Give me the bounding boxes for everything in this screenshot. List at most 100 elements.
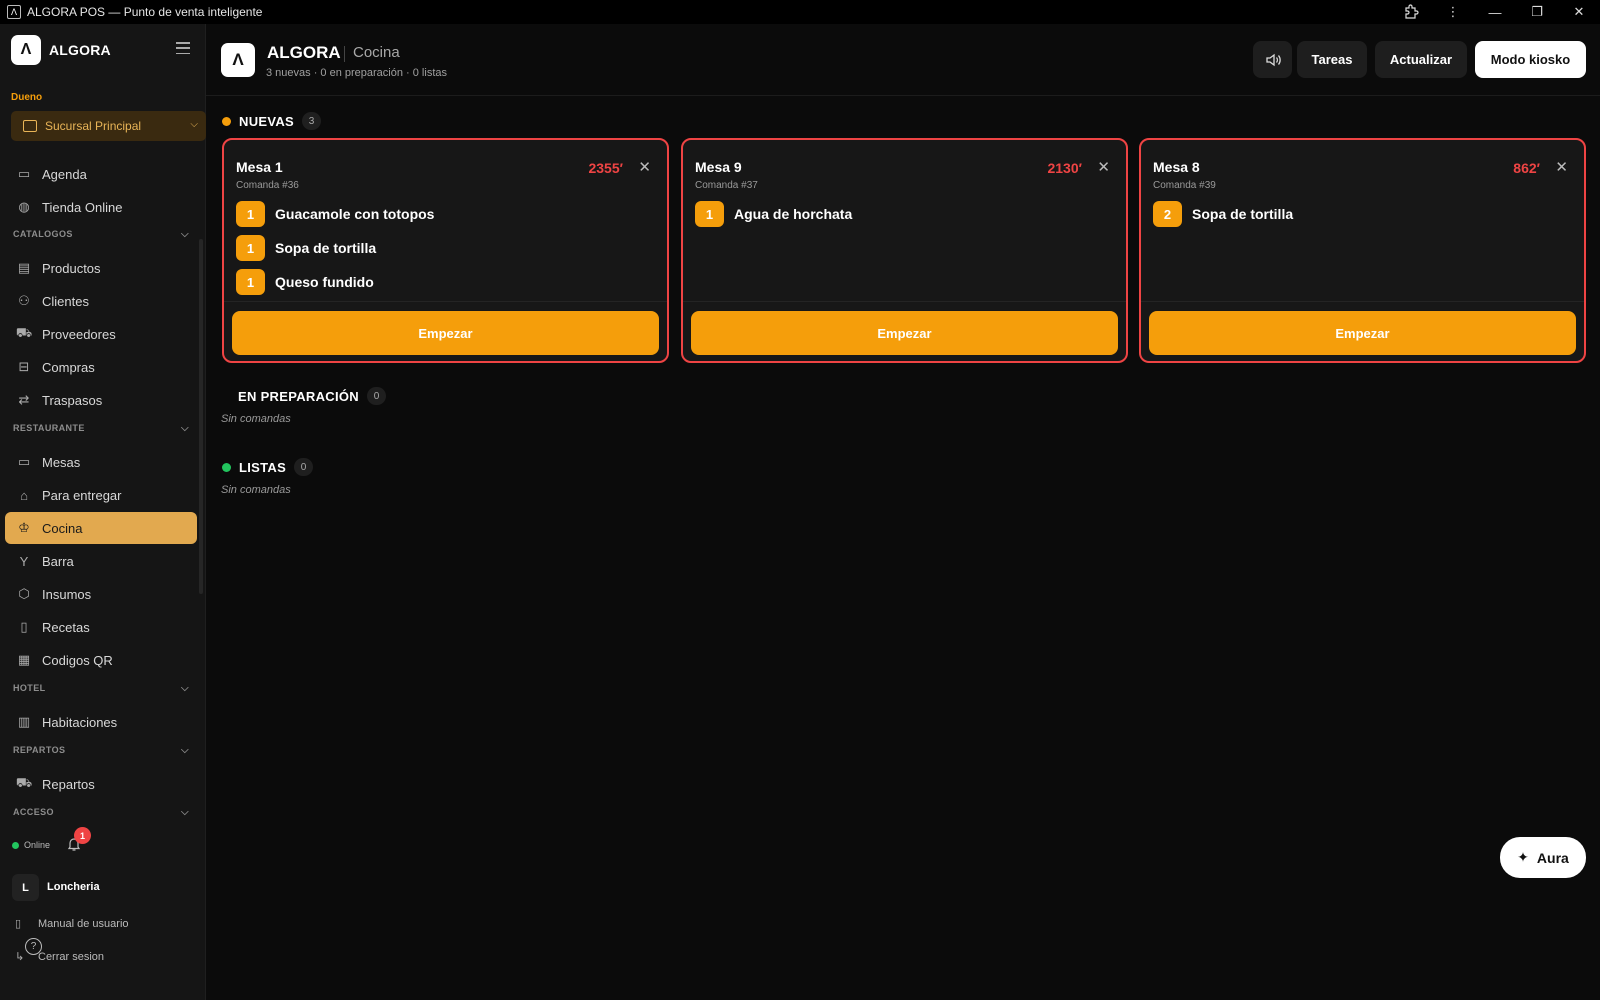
tareas-button[interactable]: Tareas <box>1297 41 1367 78</box>
truck-icon: ⛟ <box>15 775 33 790</box>
section-acceso[interactable]: ACCESO ⌵ <box>13 807 189 818</box>
order-table: Mesa 9 <box>695 159 742 175</box>
divider <box>683 301 1126 302</box>
chevron-down-icon: ⌵ <box>181 807 189 818</box>
sidebar-scrollbar[interactable] <box>199 239 203 594</box>
chevron-down-icon: ⌵ <box>181 683 189 694</box>
close-icon[interactable]: ✕ <box>638 158 651 176</box>
building-icon: ▥ <box>17 714 31 729</box>
order-table: Mesa 1 <box>236 159 283 175</box>
section-hotel[interactable]: HOTEL ⌵ <box>13 683 189 694</box>
online-dot-icon <box>12 841 19 849</box>
count-badge: 0 <box>366 387 386 405</box>
box-icon: ⬡ <box>18 586 30 601</box>
start-order-button[interactable]: Empezar <box>1149 311 1576 355</box>
truck-icon: ⛟ <box>15 325 33 340</box>
sidebar-item-proveedores[interactable]: ⛟ Proveedores <box>5 318 197 350</box>
order-card: Mesa 1 Comanda #36 2355′ ✕ 1 Guacamole c… <box>222 138 669 363</box>
calendar-icon: ▭ <box>17 166 31 181</box>
sidebar-item-barra[interactable]: Y Barra <box>5 545 197 577</box>
page-summary: 3 nuevas · 0 en preparación · 0 listas <box>266 67 447 79</box>
sidebar-item-recetas[interactable]: ▯ Recetas <box>5 611 197 643</box>
quantity-badge: 1 <box>236 235 265 261</box>
sidebar-item-traspasos[interactable]: ⇄ Traspasos <box>5 384 197 416</box>
sound-toggle-button[interactable] <box>1253 41 1292 78</box>
sidebar-item-clientes[interactable]: ⚇ Clientes <box>5 285 197 317</box>
sidebar-item-cocina[interactable]: ♔ Cocina <box>5 512 197 544</box>
branch-select-value: Sucursal Principal <box>45 119 142 133</box>
sidebar-item-mesas[interactable]: ▭ Mesas <box>5 446 197 478</box>
help-icon[interactable]: ? <box>25 938 42 955</box>
role-label: Dueno <box>11 92 43 103</box>
list-item: 1 Sopa de tortilla <box>236 235 434 261</box>
empty-state: Sin comandas <box>221 484 291 496</box>
list-item: 1 Guacamole con totopos <box>236 201 434 227</box>
algora-logo-icon: Λ <box>7 5 21 19</box>
empty-state: Sin comandas <box>221 413 291 425</box>
avatar[interactable]: L <box>12 874 39 901</box>
sidebar-item-agenda[interactable]: ▭ Agenda <box>5 158 197 190</box>
branch-select[interactable]: Sucursal Principal ⌵ <box>11 111 206 141</box>
sidebar-item-insumos[interactable]: ⬡ Insumos <box>5 578 197 610</box>
cloche-icon: ⌂ <box>20 487 28 503</box>
actualizar-button[interactable]: Actualizar <box>1375 41 1467 78</box>
order-elapsed-time: 2130′ <box>1047 160 1082 176</box>
item-name: Agua de horchata <box>734 206 853 222</box>
aura-assistant-button[interactable]: ✦ Aura <box>1500 837 1586 878</box>
algora-logo-icon: Λ <box>221 43 255 77</box>
order-elapsed-time: 862′ <box>1513 160 1540 176</box>
order-number: Comanda #36 <box>236 180 299 191</box>
chevron-down-icon: ⌵ <box>181 229 189 240</box>
sidebar-item-codigos-qr[interactable]: ▦ Codigos QR <box>5 644 197 676</box>
algora-logo-icon: Λ <box>11 35 41 65</box>
order-items: 1 Agua de horchata <box>695 201 852 235</box>
archive-icon: ▤ <box>17 260 31 275</box>
restore-button[interactable]: ❐ <box>1516 0 1558 24</box>
sidebar-brand[interactable]: Λ ALGORA <box>11 35 111 65</box>
sidebar-item-repartos[interactable]: ⛟ Repartos <box>5 768 197 800</box>
header-divider <box>344 46 345 62</box>
start-order-button[interactable]: Empezar <box>232 311 659 355</box>
count-badge: 3 <box>302 112 322 130</box>
sidebar-item-tienda-online[interactable]: ◍ Tienda Online <box>5 191 197 223</box>
book-icon: ▯ <box>15 918 22 930</box>
globe-icon: ◍ <box>18 199 30 214</box>
volume-icon <box>1265 53 1281 66</box>
item-name: Sopa de tortilla <box>275 240 377 256</box>
start-order-button[interactable]: Empezar <box>691 311 1118 355</box>
divider <box>1141 301 1584 302</box>
page-title: Cocina <box>353 44 400 61</box>
close-icon[interactable]: ✕ <box>1555 158 1568 176</box>
chef-hat-icon: ♔ <box>18 520 30 535</box>
sidebar-item-habitaciones[interactable]: ▥ Habitaciones <box>5 706 197 738</box>
section-restaurante[interactable]: RESTAURANTE ⌵ <box>13 423 189 434</box>
kiosk-mode-button[interactable]: Modo kiosko <box>1475 41 1586 78</box>
quantity-badge: 1 <box>236 201 265 227</box>
sidebar-item-productos[interactable]: ▤ Productos <box>5 252 197 284</box>
column-preparacion-header: EN PREPARACIÓN 0 <box>238 387 386 405</box>
header-brand: ALGORA <box>267 43 341 62</box>
list-item: 1 Queso fundido <box>236 269 434 295</box>
manual-link[interactable]: ▯ Manual de usuario <box>15 917 129 931</box>
order-items: 2 Sopa de tortilla <box>1153 201 1293 235</box>
more-options-icon[interactable]: ⋮ <box>1432 0 1474 24</box>
close-window-button[interactable]: ✕ <box>1558 0 1600 24</box>
status-dot-icon <box>222 462 231 472</box>
section-repartos[interactable]: REPARTOS ⌵ <box>13 745 189 756</box>
section-catalogos[interactable]: CATALOGOS ⌵ <box>13 229 189 240</box>
sidebar-item-compras[interactable]: ⊟ Compras <box>5 351 197 383</box>
close-icon[interactable]: ✕ <box>1097 158 1110 176</box>
status-indicator: Online <box>12 840 50 850</box>
minimize-button[interactable]: — <box>1474 0 1516 24</box>
window-title: ALGORA POS — Punto de venta inteligente <box>27 5 263 19</box>
item-name: Sopa de tortilla <box>1192 206 1294 222</box>
extensions-icon[interactable] <box>1390 0 1432 24</box>
column-listas-header: LISTAS 0 <box>222 458 314 476</box>
user-name[interactable]: Loncheria <box>47 881 100 893</box>
chevron-down-icon: ⌵ <box>181 745 189 756</box>
column-nuevas-header: NUEVAS 3 <box>222 112 322 130</box>
sidebar-item-para-entregar[interactable]: ⌂ Para entregar <box>5 479 197 511</box>
quantity-badge: 1 <box>236 269 265 295</box>
order-elapsed-time: 2355′ <box>588 160 623 176</box>
menu-toggle-icon[interactable] <box>176 42 190 54</box>
